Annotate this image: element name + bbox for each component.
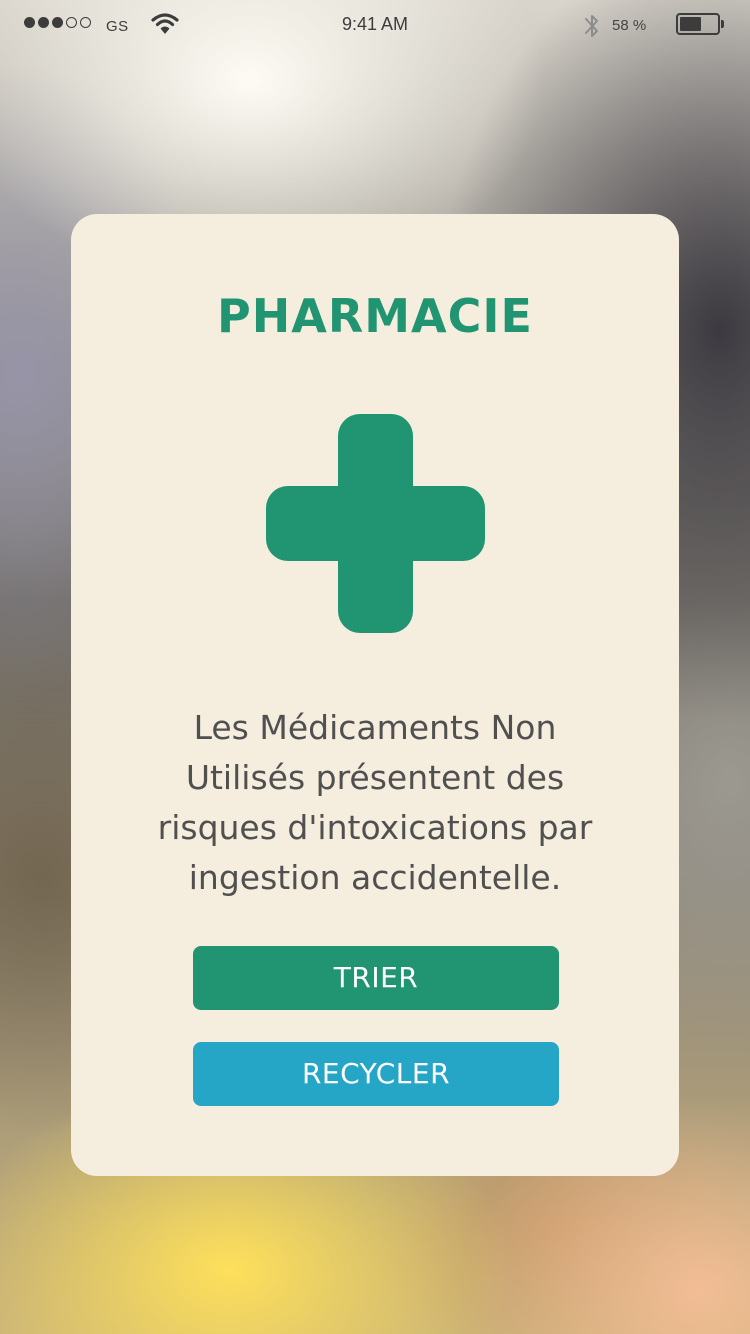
battery-icon bbox=[676, 13, 720, 35]
battery-percentage: 58 % bbox=[612, 17, 647, 34]
message-line: Les Médicaments Non bbox=[193, 708, 557, 747]
sort-button[interactable]: TRIER bbox=[193, 946, 559, 1010]
status-bar: GS 9:41 AM 58 % bbox=[0, 0, 750, 50]
battery-tip bbox=[721, 20, 724, 28]
battery-level-fill bbox=[680, 17, 701, 31]
bluetooth-icon bbox=[582, 10, 602, 47]
message-line: risques d'intoxications par bbox=[157, 808, 593, 847]
card-title: PHARMACIE bbox=[217, 289, 533, 343]
card-message: Les Médicaments Non Utilisés présentent … bbox=[150, 703, 600, 903]
medical-cross-icon bbox=[266, 414, 486, 638]
pharmacy-card bbox=[71, 214, 679, 1176]
message-line: ingestion accidentelle. bbox=[188, 858, 562, 897]
recycle-button[interactable]: RECYCLER bbox=[193, 1042, 559, 1106]
message-line: Utilisés présentent des bbox=[185, 758, 565, 797]
